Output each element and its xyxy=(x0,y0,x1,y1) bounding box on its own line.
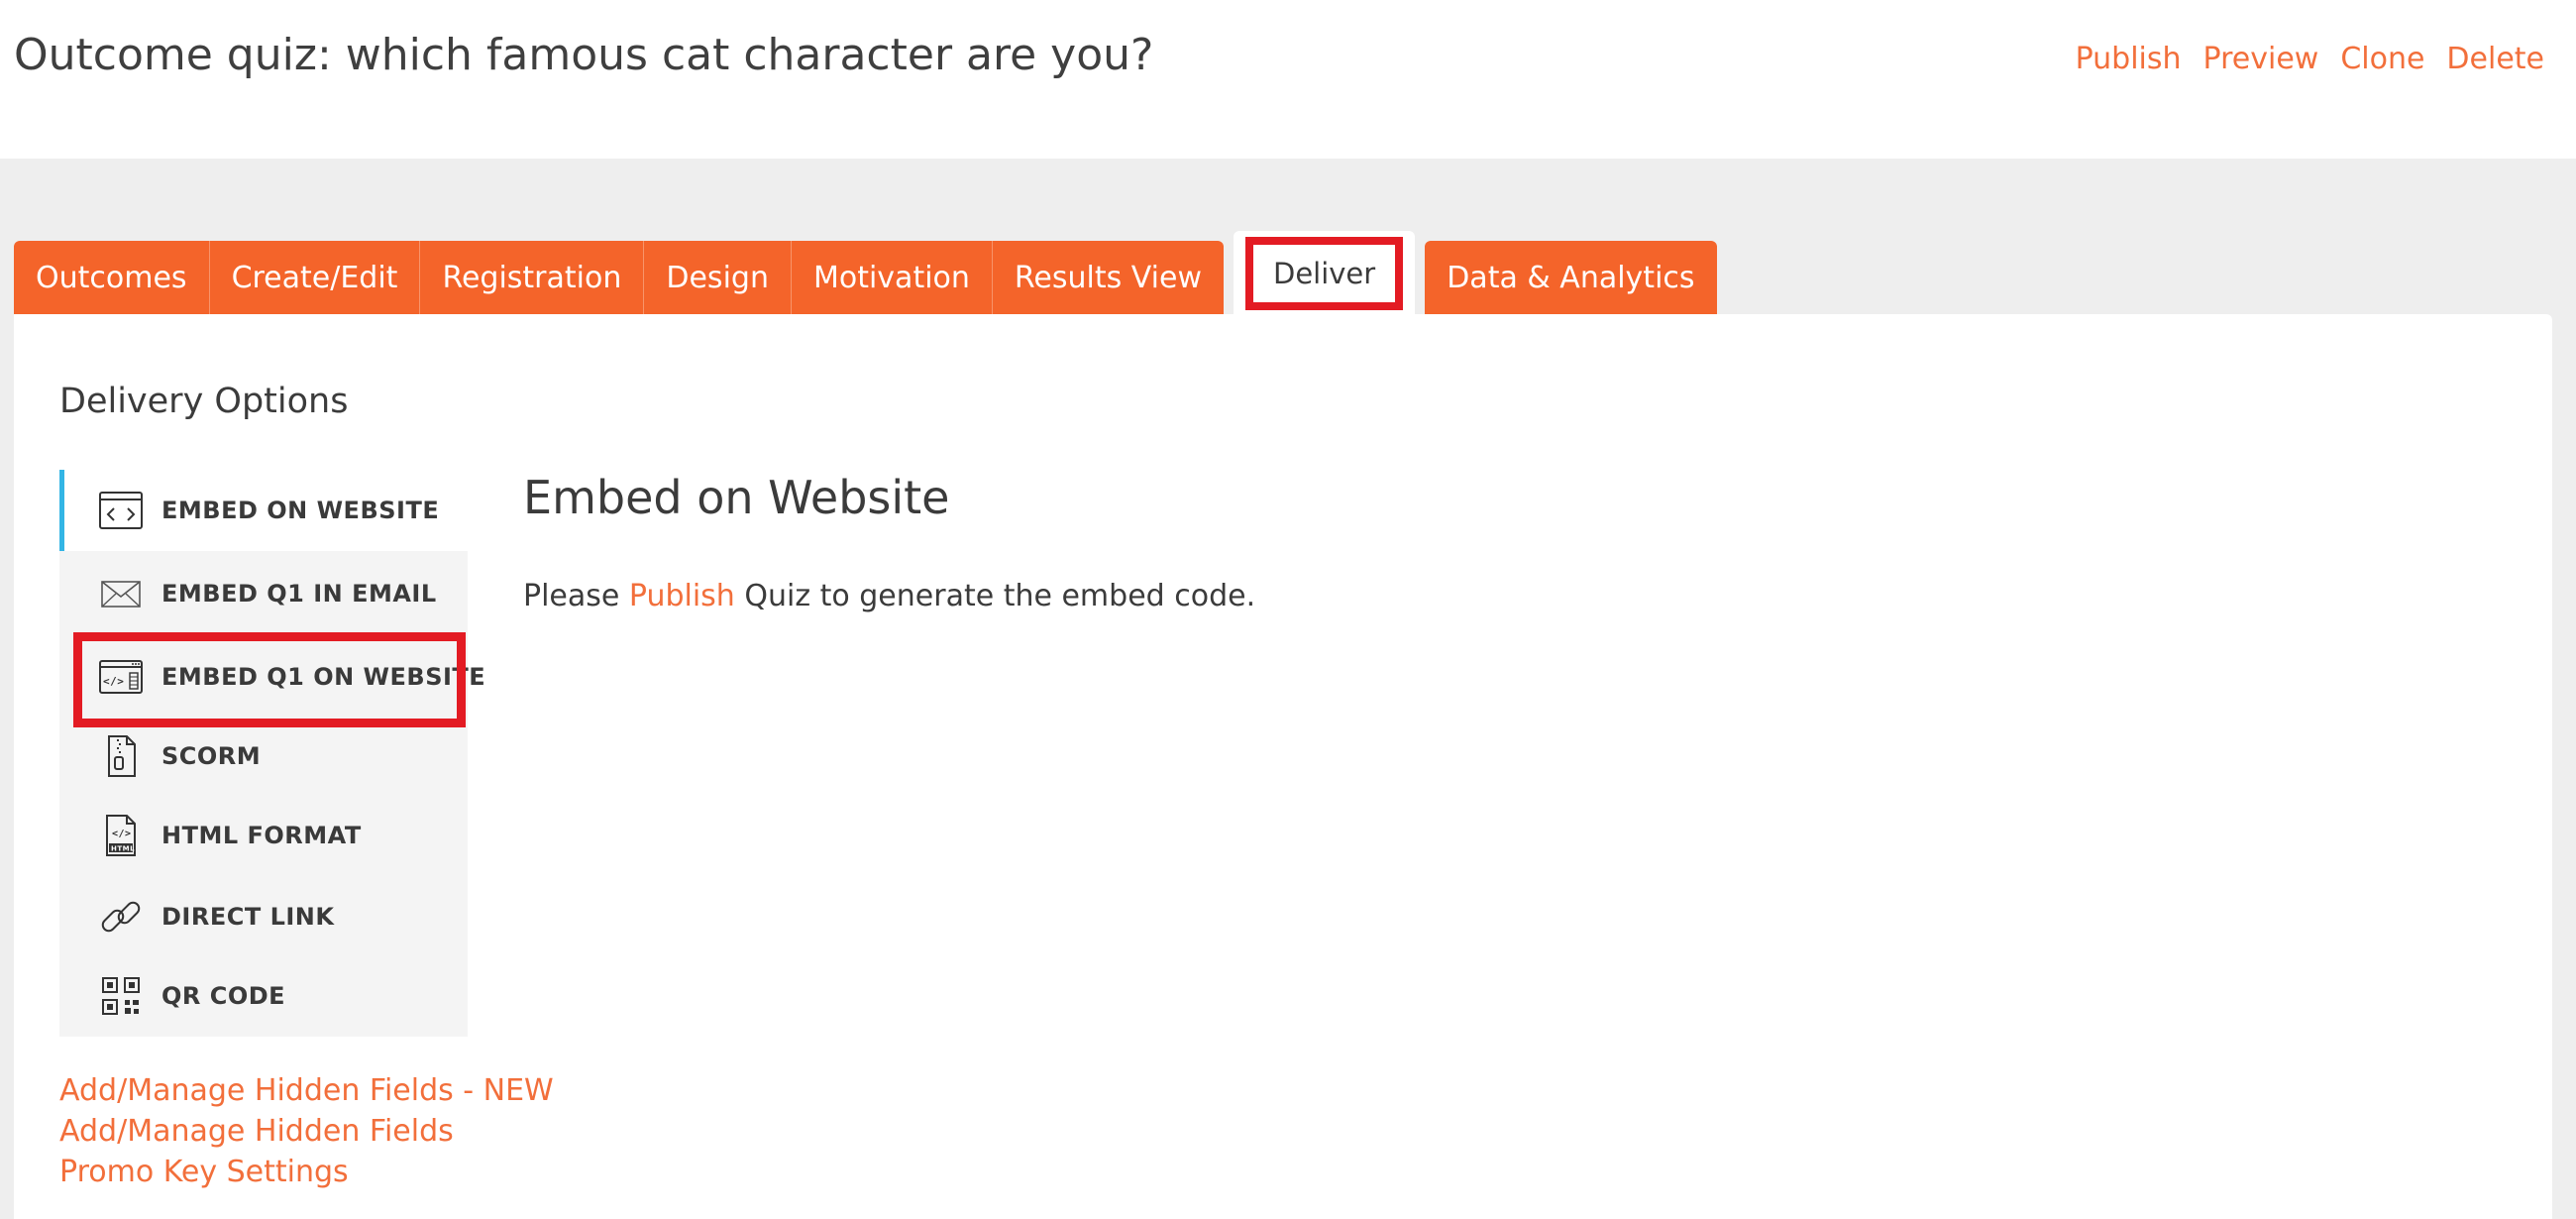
tab-deliver-label: Deliver xyxy=(1244,237,1404,310)
delete-link[interactable]: Delete xyxy=(2446,42,2544,76)
envelope-icon xyxy=(101,581,141,608)
zip-file-icon xyxy=(108,735,136,777)
menu-embed-q1-in-email[interactable]: EMBED Q1 IN EMAIL xyxy=(59,553,468,634)
highlight-annotation xyxy=(73,632,466,727)
manage-hidden-fields-link[interactable]: Add/Manage Hidden Fields xyxy=(59,1111,554,1152)
tab-deliver[interactable]: Deliver xyxy=(1233,231,1416,314)
content-message: Please Publish Quiz to generate the embe… xyxy=(523,579,1256,613)
content-title: Embed on Website xyxy=(523,471,950,524)
tab-outcomes[interactable]: Outcomes xyxy=(14,241,210,314)
manage-hidden-fields-new-link[interactable]: Add/Manage Hidden Fields - NEW xyxy=(59,1070,554,1111)
tab-registration[interactable]: Registration xyxy=(420,241,645,314)
menu-embed-on-website[interactable]: EMBED ON WEBSITE xyxy=(59,470,468,551)
publish-link[interactable]: Publish xyxy=(2076,42,2182,76)
tab-design[interactable]: Design xyxy=(644,241,792,314)
tab-motivation[interactable]: Motivation xyxy=(791,241,993,314)
top-bar: Outcome quiz: which famous cat character… xyxy=(0,0,2576,159)
menu-direct-link[interactable]: DIRECT LINK xyxy=(59,876,468,957)
link-icon xyxy=(101,901,141,933)
tab-data-analytics[interactable]: Data & Analytics xyxy=(1425,241,1717,314)
tab-create-edit[interactable]: Create/Edit xyxy=(209,241,421,314)
code-window-icon xyxy=(99,492,143,529)
menu-html-format[interactable]: </> HTML HTML FORMAT xyxy=(59,795,468,876)
top-actions: Publish Preview Clone Delete xyxy=(2076,42,2544,76)
tab-results-view[interactable]: Results View xyxy=(992,241,1224,314)
settings-links: Add/Manage Hidden Fields - NEW Add/Manag… xyxy=(59,1070,554,1192)
svg-text:</>: </> xyxy=(112,829,132,839)
clone-link[interactable]: Clone xyxy=(2340,42,2424,76)
preview-link[interactable]: Preview xyxy=(2203,42,2319,76)
svg-text:HTML: HTML xyxy=(111,845,135,853)
publish-inline-link[interactable]: Publish xyxy=(629,579,735,613)
delivery-options-menu: EMBED ON WEBSITE EMBED Q1 IN EMAIL </> E… xyxy=(59,470,485,1037)
qr-code-icon xyxy=(102,977,140,1015)
menu-scorm[interactable]: SCORM xyxy=(59,716,468,797)
html-file-icon: </> HTML xyxy=(106,815,136,856)
tab-bar: Outcomes Create/Edit Registration Design… xyxy=(14,231,1717,314)
menu-qr-code[interactable]: QR CODE xyxy=(59,955,468,1037)
promo-key-settings-link[interactable]: Promo Key Settings xyxy=(59,1152,554,1192)
delivery-options-title: Delivery Options xyxy=(59,382,349,421)
page-title: Outcome quiz: which famous cat character… xyxy=(14,30,1154,80)
